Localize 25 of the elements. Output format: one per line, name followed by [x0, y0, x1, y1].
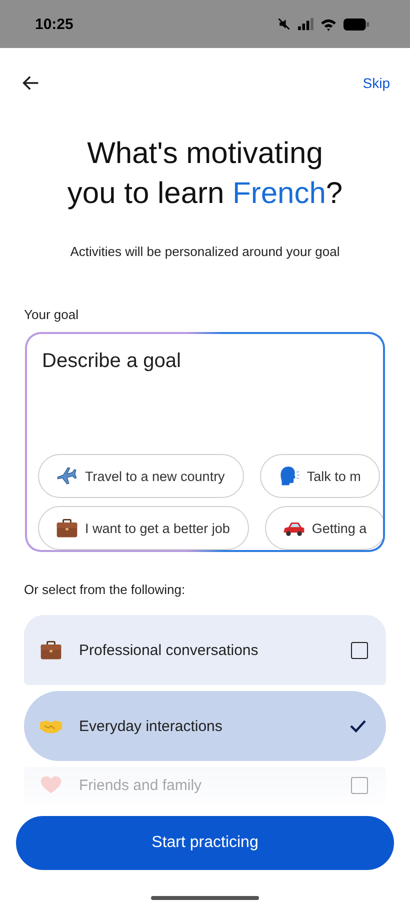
suggestion-chip[interactable]: Getting a	[264, 506, 383, 550]
mute-icon	[277, 17, 291, 31]
suggestion-chip[interactable]: Talk to m	[260, 454, 380, 498]
signal-icon	[297, 18, 314, 30]
subtitle: Activities will be personalized around your goal	[69, 244, 341, 259]
option-label: Professional conversations	[79, 642, 260, 658]
suggestion-chip[interactable]: Travel to a new country	[38, 454, 244, 498]
page-title: What's motivating you to learn French?	[66, 136, 344, 212]
option-label: Everyday interactions	[79, 718, 224, 734]
checkbox[interactable]	[351, 642, 368, 658]
briefcase-icon	[55, 516, 79, 540]
status-time: 10:25	[35, 16, 74, 32]
goal-field[interactable]: Describe a goal Travel to a new country Talk to m I want to get a better job Getting a	[25, 332, 385, 552]
goal-label: Your goal	[24, 307, 78, 322]
briefcase-icon	[39, 638, 63, 662]
option-label: Friends and family	[79, 776, 203, 794]
suggestion-chip[interactable]: I want to get a better job	[38, 506, 249, 550]
battery-icon	[343, 18, 370, 30]
back-arrow-icon	[22, 74, 40, 92]
option-item[interactable]: Everyday interactions	[24, 691, 386, 761]
skip-button[interactable]: Skip	[358, 73, 394, 93]
start-practicing-button[interactable]: Start practicing	[16, 816, 394, 870]
options-label: Or select from the following:	[24, 582, 186, 597]
wifi-icon	[320, 18, 337, 30]
option-item[interactable]: Professional conversations	[24, 615, 386, 685]
